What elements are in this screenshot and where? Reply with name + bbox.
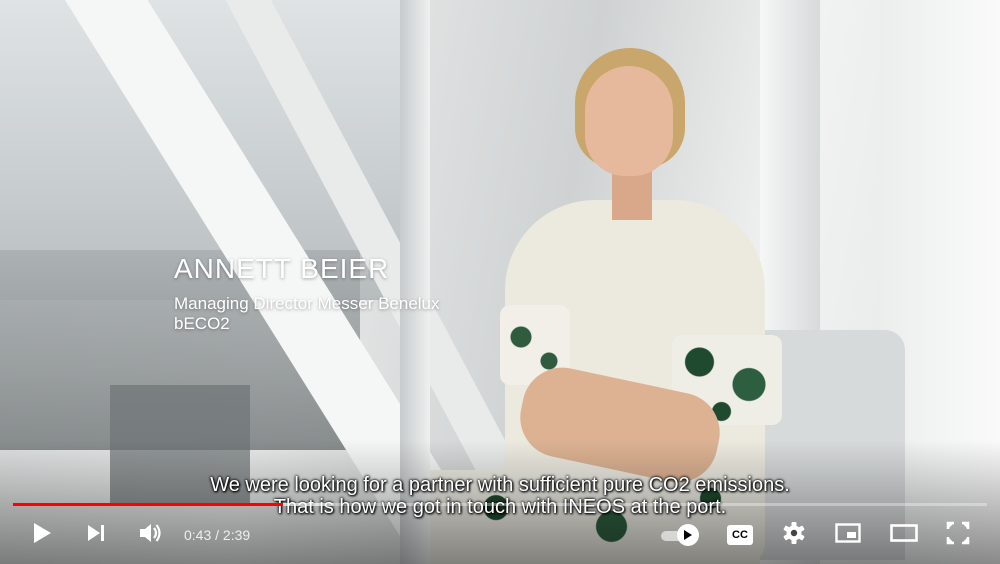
next-button[interactable] bbox=[78, 514, 114, 556]
autoplay-toggle[interactable] bbox=[661, 524, 699, 546]
play-icon bbox=[31, 521, 53, 550]
volume-icon bbox=[138, 522, 162, 549]
miniplayer-button[interactable] bbox=[830, 514, 866, 556]
lower-third-caption: ANNETT BEIER Managing Director Messer Be… bbox=[174, 254, 440, 334]
settings-button[interactable] bbox=[776, 514, 812, 556]
captions-icon: CC bbox=[727, 525, 753, 545]
video-player[interactable]: ANNETT BEIER Managing Director Messer Be… bbox=[0, 0, 1000, 564]
time-total: 2:39 bbox=[222, 527, 251, 543]
subtitle-line: We were looking for a partner with suffi… bbox=[210, 474, 790, 496]
subtitles: We were looking for a partner with suffi… bbox=[0, 474, 1000, 518]
speaker-role: Managing Director Messer Benelux bbox=[174, 294, 440, 313]
speaker-company: bECO2 bbox=[174, 314, 230, 333]
next-icon bbox=[85, 522, 107, 549]
fullscreen-button[interactable] bbox=[940, 514, 976, 556]
theater-mode-icon bbox=[890, 523, 918, 547]
progress-bar[interactable] bbox=[13, 503, 987, 506]
progress-played bbox=[13, 503, 283, 506]
speaker-name: ANNETT BEIER bbox=[174, 253, 390, 284]
time-separator: / bbox=[211, 527, 223, 543]
time-display: 0:43 / 2:39 bbox=[184, 527, 250, 543]
captions-button[interactable]: CC bbox=[722, 514, 758, 556]
fullscreen-icon bbox=[946, 521, 970, 550]
miniplayer-icon bbox=[835, 522, 861, 548]
speaker-neck bbox=[612, 170, 652, 220]
volume-button[interactable] bbox=[132, 514, 168, 556]
player-controls: 0:43 / 2:39 CC bbox=[0, 514, 1000, 556]
theater-mode-button[interactable] bbox=[884, 514, 924, 556]
play-button[interactable] bbox=[24, 514, 60, 556]
speaker-face bbox=[585, 66, 673, 176]
gear-icon bbox=[782, 521, 806, 550]
autoplay-toggle-icon bbox=[677, 524, 699, 546]
time-current: 0:43 bbox=[184, 527, 212, 543]
